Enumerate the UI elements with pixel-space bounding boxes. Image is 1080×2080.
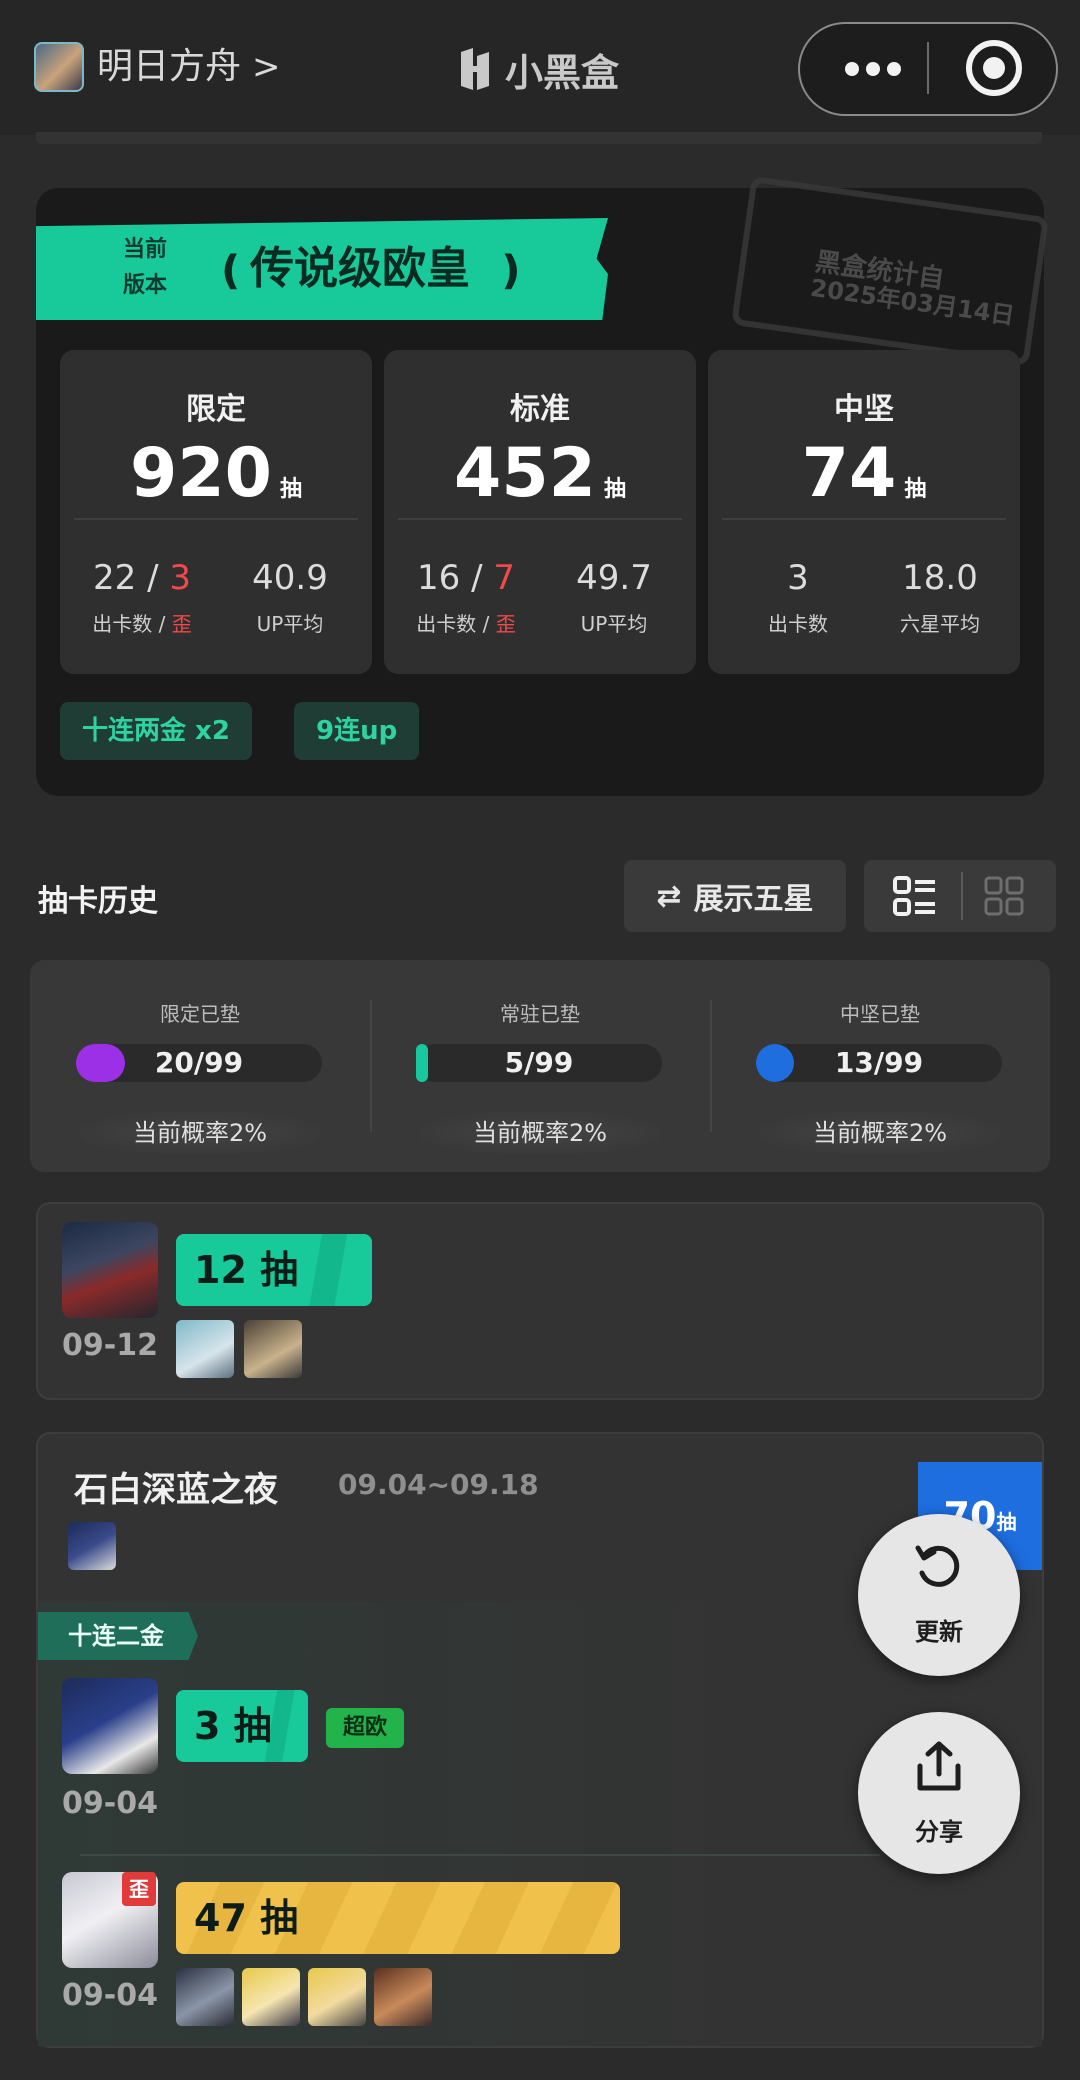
lucky-badge: 超欧 (326, 1708, 404, 1748)
capsule-divider (927, 42, 929, 94)
game-avatar[interactable] (34, 42, 84, 92)
record-date: 09-04 (62, 1978, 158, 2013)
operator-mini-avatar (374, 1968, 432, 2026)
operator-mini-avatar (242, 1968, 300, 2026)
laurel-right-icon: ❫ (494, 248, 528, 294)
stat-total: 452 抽 (454, 434, 626, 513)
stat-cards-label: 出卡数 / 歪 (416, 612, 516, 636)
brand-name: 小黑盒 (505, 50, 620, 95)
stat-up-avg: 40.9 (252, 558, 328, 598)
stat-title: 中坚 (834, 392, 894, 427)
record-date: 09-12 (62, 1328, 158, 1363)
stat-cards: 3 (787, 558, 809, 598)
stat-up-avg-label: UP平均 (256, 612, 324, 636)
pity-rate: 当前概率2% (760, 1112, 1000, 1154)
achievement-tag: 9连up (294, 702, 420, 760)
stat-title: 标准 (510, 392, 570, 427)
stat-cards-label: 出卡数 / 歪 (92, 612, 192, 636)
stat-cards: 22 / 3 (93, 558, 191, 598)
operator-avatar (62, 1222, 158, 1318)
pity-label: 常驻已垫 (500, 1002, 580, 1026)
pull-count: 47 抽 (176, 1882, 620, 1954)
divider (722, 518, 1006, 520)
stat-total: 74 抽 (801, 434, 927, 513)
ribbon-label: 当前 版本 (122, 237, 167, 298)
operator-mini-avatar (176, 1320, 234, 1378)
more-icon[interactable] (828, 40, 918, 98)
heybox-logo-icon (461, 48, 489, 90)
swap-icon: ⇄ (656, 878, 682, 914)
achievement-tag: 十连两金 x2 (60, 702, 252, 760)
divider (74, 518, 358, 520)
refresh-button[interactable] (858, 1514, 1020, 1676)
stat-up-avg: 49.7 (576, 558, 652, 598)
stat-six-avg: 18.0 (902, 558, 978, 598)
stat-cards: 16 / 7 (417, 558, 515, 598)
pity-value: 13/99 (834, 1046, 924, 1079)
header-shadow (36, 132, 1042, 144)
off-banner-badge: 歪 (122, 1872, 156, 1906)
toggle-divider (961, 872, 963, 920)
operator-avatar (62, 1678, 158, 1774)
share-label: 分享 (915, 1818, 963, 1846)
grid-view-icon[interactable] (984, 876, 1024, 916)
ten-pull-tag: 十连二金 (38, 1612, 198, 1660)
pull-count: 12 抽 (176, 1234, 372, 1306)
divider (398, 518, 682, 520)
stat-six-avg-label: 六星平均 (900, 612, 980, 636)
pull-count: 3 抽 (176, 1690, 308, 1762)
rank-title: 传说级欧皇 (250, 243, 470, 294)
stat-cards-label: 出卡数 (768, 612, 828, 636)
banner-operator-avatar (68, 1522, 116, 1570)
banner-title: 石白深蓝之夜 (74, 1470, 278, 1510)
record-date: 09-04 (62, 1786, 158, 1821)
list-view-icon[interactable] (893, 876, 937, 916)
pity-rate: 当前概率2% (80, 1112, 320, 1154)
show-five-star-label: 展示五星 (693, 882, 814, 917)
share-icon (917, 1741, 961, 1791)
operator-mini-avatar (308, 1968, 366, 2026)
close-target-icon[interactable] (966, 40, 1022, 96)
show-five-star-button[interactable]: ⇄ 展示五星 (624, 860, 846, 932)
brand-logo: 小黑盒 (455, 44, 620, 95)
pity-value: 20/99 (154, 1046, 244, 1079)
refresh-icon (915, 1545, 960, 1587)
laurel-left-icon: ❪ (214, 248, 248, 294)
operator-mini-avatar (176, 1968, 234, 2026)
stat-title: 限定 (186, 392, 246, 427)
stat-total: 920 抽 (130, 434, 302, 513)
chevron-right-icon[interactable]: > (252, 44, 281, 90)
pity-label: 限定已垫 (160, 1002, 240, 1026)
operator-mini-avatar (244, 1320, 302, 1378)
history-title: 抽卡历史 (38, 884, 158, 919)
refresh-label: 更新 (915, 1618, 963, 1646)
pity-rate: 当前概率2% (420, 1112, 660, 1154)
divider (80, 1854, 880, 1856)
stat-up-avg-label: UP平均 (580, 612, 648, 636)
banner-dates: 09.04~09.18 (338, 1468, 539, 1501)
pity-label: 中坚已垫 (840, 1002, 920, 1026)
game-name[interactable]: 明日方舟 (97, 44, 241, 90)
pity-value: 5/99 (504, 1046, 574, 1079)
